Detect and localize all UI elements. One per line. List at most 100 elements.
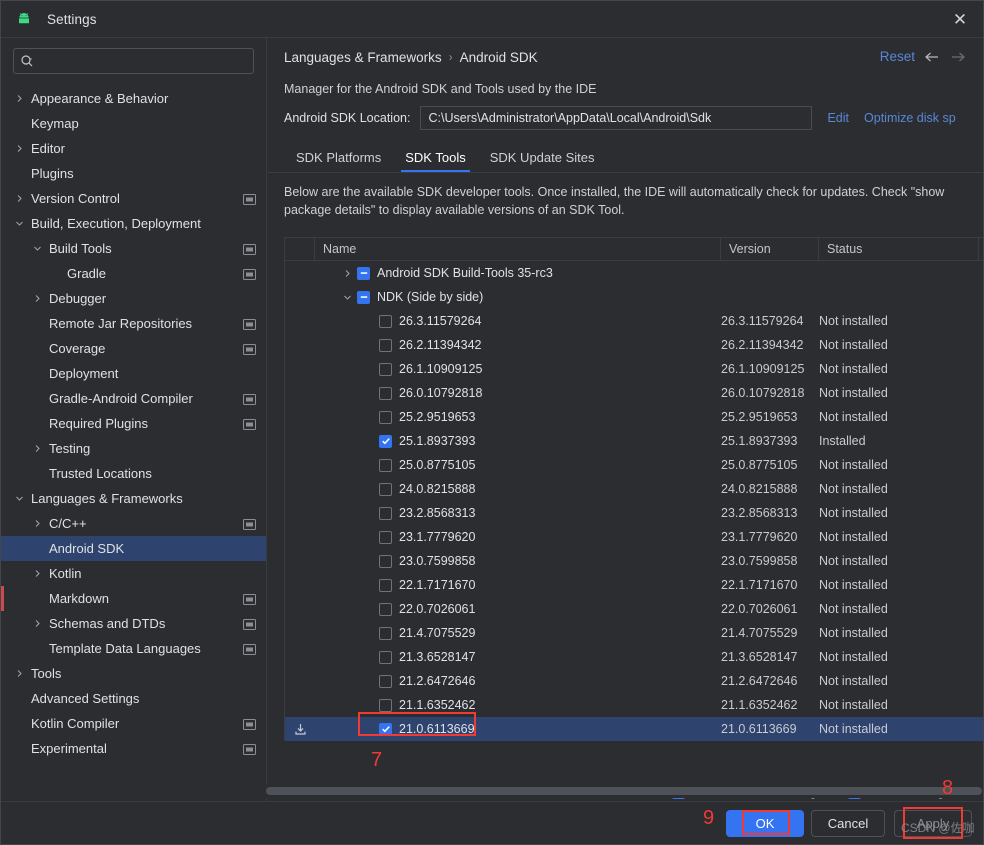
arrow-left-icon[interactable]	[923, 48, 941, 66]
sidebar-item-testing[interactable]: Testing	[1, 436, 266, 461]
row-checkbox[interactable]	[379, 530, 392, 544]
table-row[interactable]: 21.1.6352462 21.1.6352462 Not installed	[285, 693, 983, 717]
sidebar-item-languages-frameworks[interactable]: Languages & Frameworks	[1, 486, 266, 511]
chevron-right-icon[interactable]	[31, 442, 44, 455]
sidebar-item-trusted-locations[interactable]: Trusted Locations	[1, 461, 266, 486]
edit-link[interactable]: Edit	[827, 111, 849, 125]
sidebar-item-schemas-and-dtds[interactable]: Schemas and DTDs	[1, 611, 266, 636]
optimize-disk-space-link[interactable]: Optimize disk sp	[864, 111, 956, 125]
column-header-version[interactable]: Version	[721, 238, 819, 261]
sidebar-item-build-execution-deployment[interactable]: Build, Execution, Deployment	[1, 211, 266, 236]
chevron-right-icon[interactable]	[13, 142, 26, 155]
column-header-name[interactable]: Name	[315, 238, 721, 261]
cancel-button[interactable]: Cancel	[811, 810, 885, 837]
apply-button[interactable]: Apply	[894, 810, 972, 837]
table-row[interactable]: NDK (Side by side)	[285, 285, 983, 309]
tab-sdk-update-sites[interactable]: SDK Update Sites	[478, 142, 607, 172]
chevron-down-icon[interactable]	[13, 217, 26, 230]
sidebar-item-coverage[interactable]: Coverage	[1, 336, 266, 361]
column-header-status[interactable]: Status	[819, 238, 979, 261]
arrow-right-icon[interactable]	[949, 48, 967, 66]
sidebar-item-debugger[interactable]: Debugger	[1, 286, 266, 311]
sidebar-item-deployment[interactable]: Deployment	[1, 361, 266, 386]
table-row[interactable]: 25.2.9519653 25.2.9519653 Not installed	[285, 405, 983, 429]
table-row[interactable]: 23.0.7599858 23.0.7599858 Not installed	[285, 549, 983, 573]
table-row[interactable]: 21.0.6113669 21.0.6113669 Not installed	[285, 717, 983, 741]
row-checkbox[interactable]	[379, 626, 392, 640]
row-checkbox[interactable]	[379, 314, 392, 328]
sidebar-item-required-plugins[interactable]: Required Plugins	[1, 411, 266, 436]
sidebar-item-version-control[interactable]: Version Control	[1, 186, 266, 211]
sidebar-item-markdown[interactable]: Markdown	[1, 586, 266, 611]
row-checkbox[interactable]	[379, 362, 392, 376]
sidebar-item-advanced-settings[interactable]: Advanced Settings	[1, 686, 266, 711]
row-checkbox[interactable]	[379, 482, 392, 496]
search-input[interactable]	[36, 54, 247, 68]
sidebar-item-gradle-android-compiler[interactable]: Gradle-Android Compiler	[1, 386, 266, 411]
reset-link[interactable]: Reset	[880, 49, 915, 64]
table-row[interactable]: 26.2.11394342 26.2.11394342 Not installed	[285, 333, 983, 357]
search-box[interactable]	[13, 48, 254, 74]
chevron-down-icon[interactable]	[341, 291, 353, 303]
table-row[interactable]: Android SDK Build-Tools 35-rc3	[285, 261, 983, 285]
horizontal-scrollbar[interactable]	[1, 784, 983, 798]
chevron-right-icon[interactable]	[31, 292, 44, 305]
sidebar-item-template-data-languages[interactable]: Template Data Languages	[1, 636, 266, 661]
row-checkbox[interactable]	[379, 434, 392, 448]
table-row[interactable]: 22.1.7171670 22.1.7171670 Not installed	[285, 573, 983, 597]
row-checkbox[interactable]	[357, 290, 370, 304]
chevron-right-icon[interactable]	[13, 92, 26, 105]
sidebar-item-experimental[interactable]: Experimental	[1, 736, 266, 761]
row-checkbox[interactable]	[379, 722, 392, 736]
chevron-down-icon[interactable]	[13, 492, 26, 505]
sidebar-item-keymap[interactable]: Keymap	[1, 111, 266, 136]
table-row[interactable]: 25.0.8775105 25.0.8775105 Not installed	[285, 453, 983, 477]
sidebar-item-gradle[interactable]: Gradle	[1, 261, 266, 286]
sidebar-item-kotlin-compiler[interactable]: Kotlin Compiler	[1, 711, 266, 736]
table-row[interactable]: 26.3.11579264 26.3.11579264 Not installed	[285, 309, 983, 333]
table-row[interactable]: 23.1.7779620 23.1.7779620 Not installed	[285, 525, 983, 549]
chevron-right-icon[interactable]	[31, 517, 44, 530]
row-checkbox[interactable]	[379, 506, 392, 520]
chevron-down-icon[interactable]	[31, 242, 44, 255]
tab-sdk-tools[interactable]: SDK Tools	[393, 142, 477, 172]
sidebar-item-build-tools[interactable]: Build Tools	[1, 236, 266, 261]
row-checkbox[interactable]	[379, 578, 392, 592]
sidebar-item-kotlin[interactable]: Kotlin	[1, 561, 266, 586]
chevron-right-icon[interactable]	[341, 267, 353, 279]
row-checkbox[interactable]	[379, 386, 392, 400]
table-row[interactable]: 26.0.10792818 26.0.10792818 Not installed	[285, 381, 983, 405]
row-checkbox[interactable]	[379, 698, 392, 712]
download-icon[interactable]	[285, 717, 315, 741]
table-row[interactable]: 22.0.7026061 22.0.7026061 Not installed	[285, 597, 983, 621]
row-checkbox[interactable]	[379, 602, 392, 616]
row-checkbox[interactable]	[379, 674, 392, 688]
sidebar-item-plugins[interactable]: Plugins	[1, 161, 266, 186]
breadcrumb-parent[interactable]: Languages & Frameworks	[284, 50, 442, 65]
row-checkbox[interactable]	[357, 266, 370, 280]
sidebar-item-appearance-behavior[interactable]: Appearance & Behavior	[1, 86, 266, 111]
table-row[interactable]: 21.3.6528147 21.3.6528147 Not installed	[285, 645, 983, 669]
sidebar-item-c-c[interactable]: C/C++	[1, 511, 266, 536]
sidebar-item-tools[interactable]: Tools	[1, 661, 266, 686]
row-checkbox[interactable]	[379, 338, 392, 352]
table-row[interactable]: 21.4.7075529 21.4.7075529 Not installed	[285, 621, 983, 645]
row-checkbox[interactable]	[379, 410, 392, 424]
close-icon[interactable]: ✕	[943, 5, 977, 35]
table-row[interactable]: 25.1.8937393 25.1.8937393 Installed	[285, 429, 983, 453]
sidebar-item-editor[interactable]: Editor	[1, 136, 266, 161]
chevron-right-icon[interactable]	[13, 192, 26, 205]
row-checkbox[interactable]	[379, 650, 392, 664]
chevron-right-icon[interactable]	[13, 667, 26, 680]
table-row[interactable]: 23.2.8568313 23.2.8568313 Not installed	[285, 501, 983, 525]
horizontal-scrollbar-thumb[interactable]	[266, 787, 982, 795]
chevron-right-icon[interactable]	[31, 617, 44, 630]
table-row[interactable]: 24.0.8215888 24.0.8215888 Not installed	[285, 477, 983, 501]
ok-button[interactable]: OK	[726, 810, 804, 837]
sdk-location-field[interactable]: C:\Users\Administrator\AppData\Local\And…	[420, 106, 813, 130]
sidebar-item-remote-jar-repositories[interactable]: Remote Jar Repositories	[1, 311, 266, 336]
chevron-right-icon[interactable]	[31, 567, 44, 580]
row-checkbox[interactable]	[379, 554, 392, 568]
tab-sdk-platforms[interactable]: SDK Platforms	[284, 142, 393, 172]
table-row[interactable]: 21.2.6472646 21.2.6472646 Not installed	[285, 669, 983, 693]
